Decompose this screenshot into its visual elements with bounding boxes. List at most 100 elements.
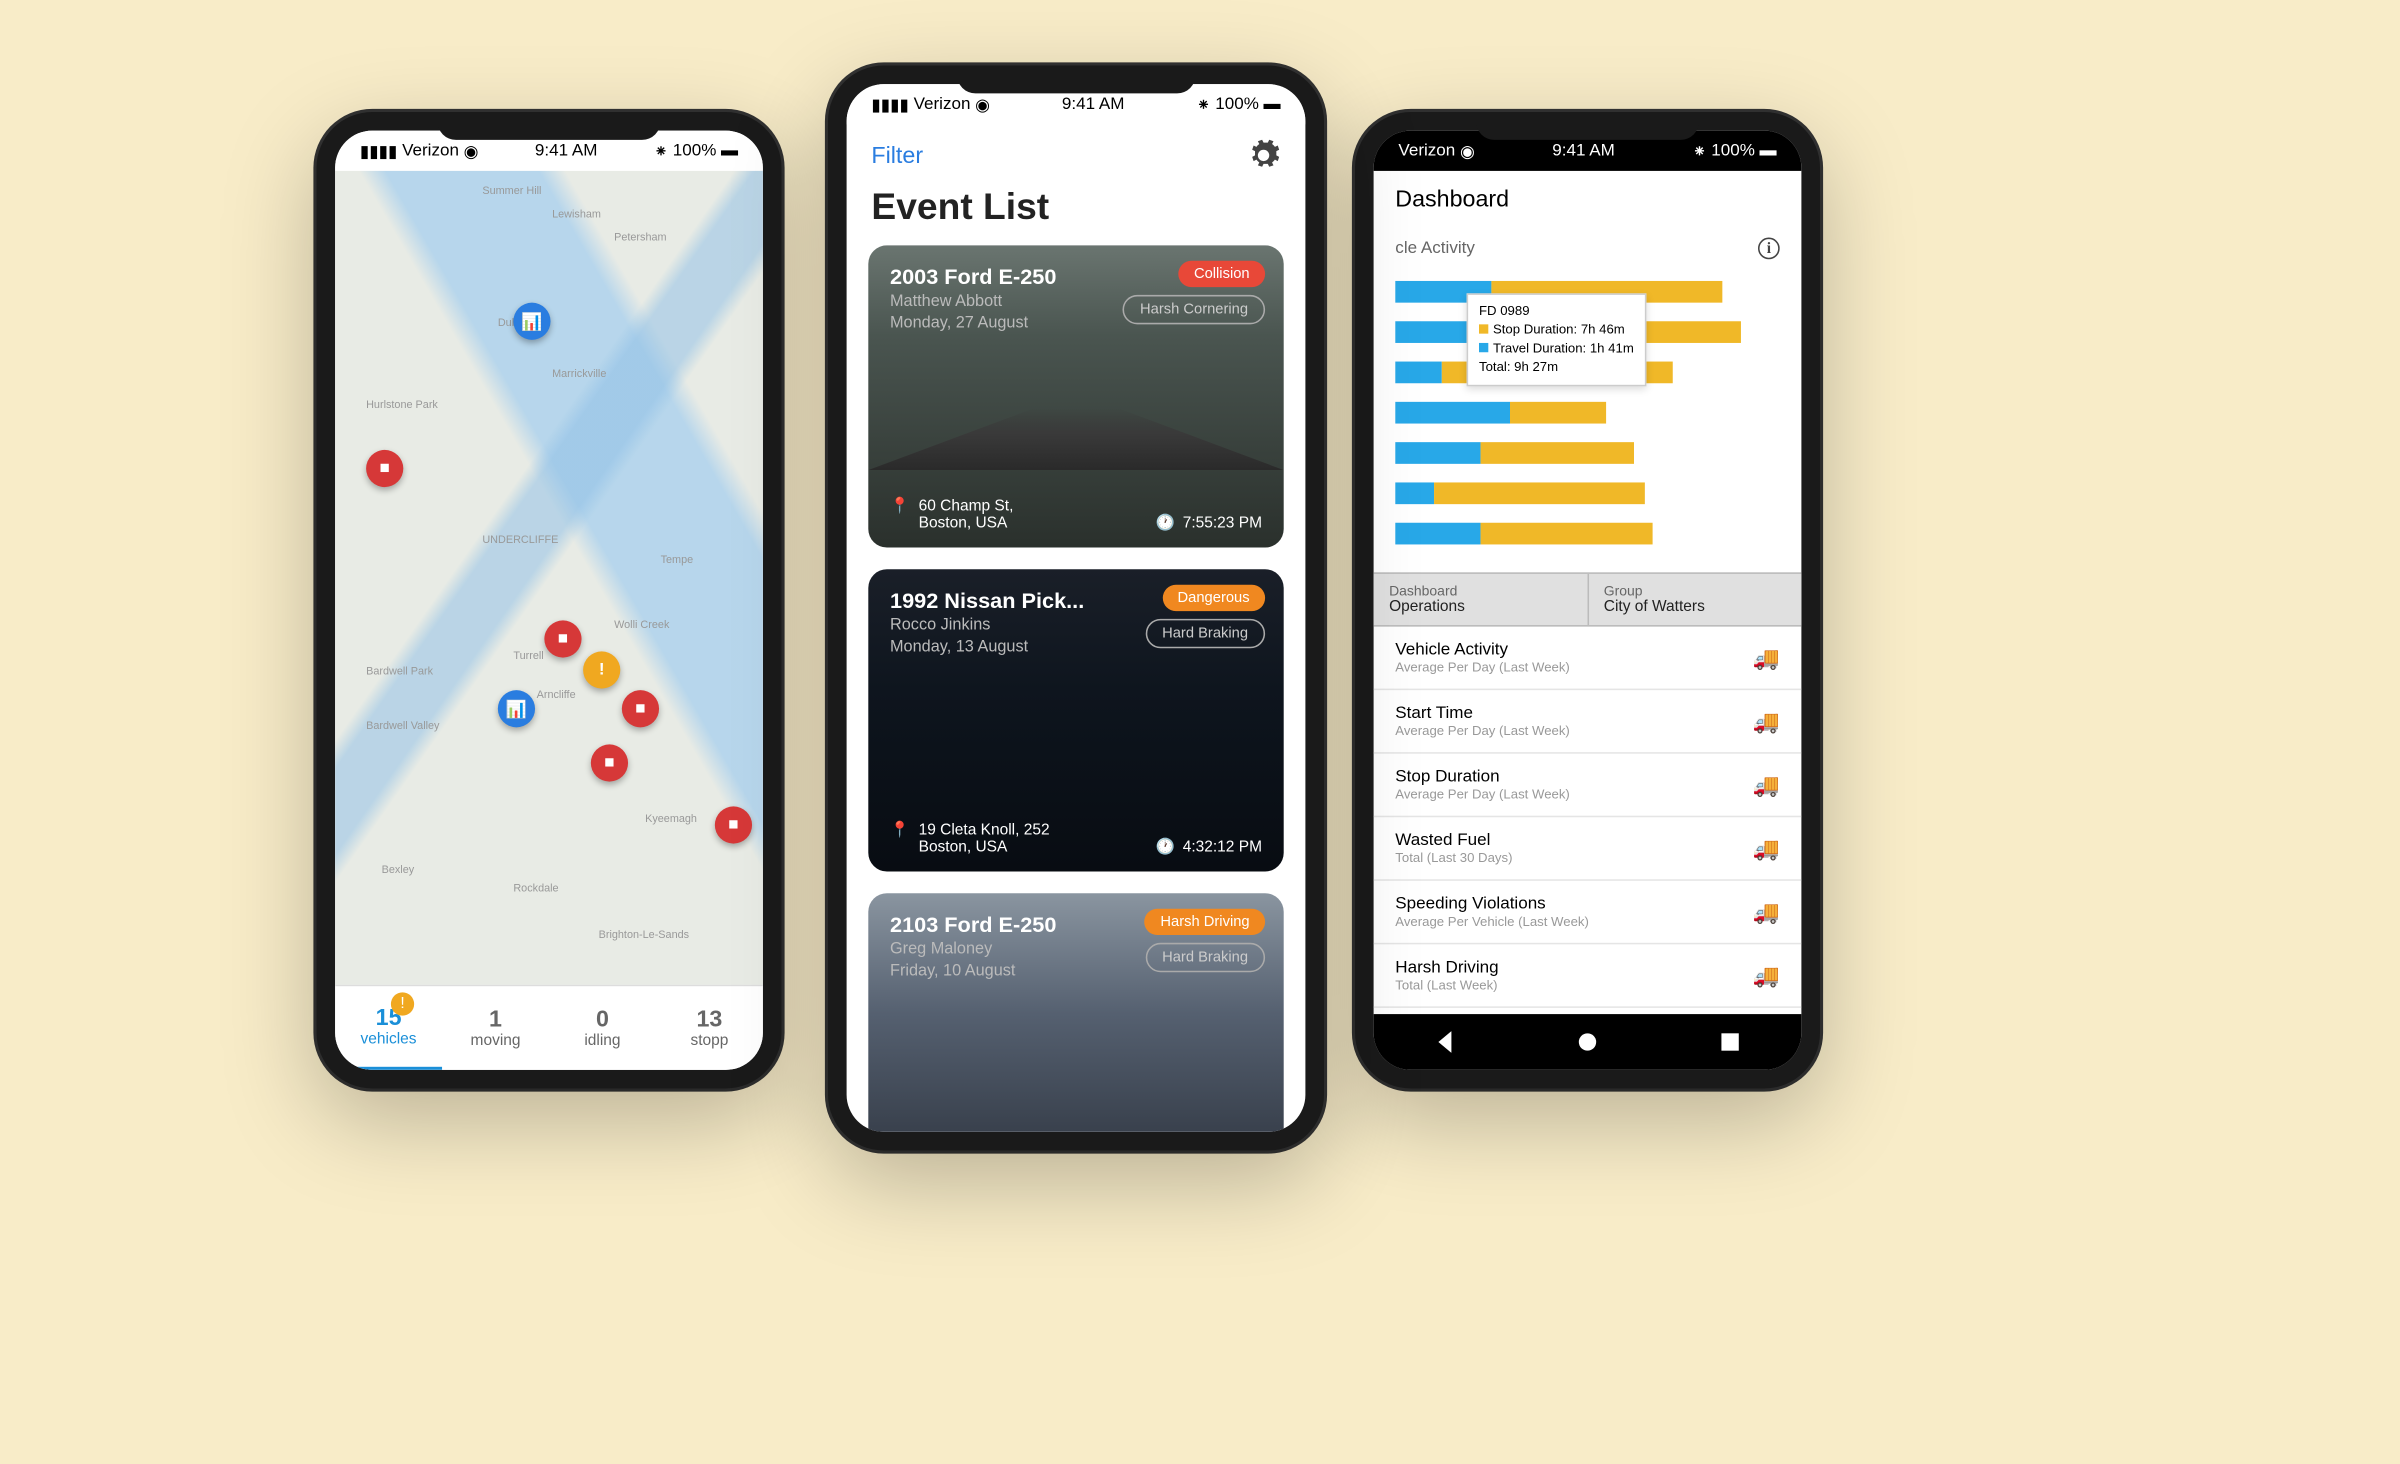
- tab-count: 1: [489, 1006, 502, 1032]
- dashboard-selectors: Dashboard Operations Group City of Watte…: [1374, 572, 1802, 626]
- metric-subtitle: Average Per Day (Last Week): [1395, 659, 1570, 675]
- vehicle-pin-stopped[interactable]: ■: [366, 450, 403, 487]
- map-area-label: Kyeemagh: [645, 814, 697, 825]
- clock-icon: 🕐: [1156, 839, 1175, 856]
- tab-count: 0: [596, 1006, 609, 1032]
- group-selector[interactable]: Group City of Watters: [1587, 574, 1802, 625]
- truck-icon: 🚚: [1753, 644, 1780, 670]
- bluetooth-icon: ⁕: [1196, 94, 1210, 114]
- event-list[interactable]: 2003 Ford E-250 Matthew Abbott Monday, 2…: [847, 245, 1306, 1132]
- chart-bar-row[interactable]: [1395, 517, 1779, 551]
- location-pin-icon: 📍: [890, 822, 909, 839]
- back-button-icon[interactable]: [1434, 1031, 1456, 1053]
- event-city: Boston, USA: [919, 515, 1014, 532]
- map-area-label: Bexley: [382, 865, 415, 876]
- selector-value: City of Watters: [1604, 599, 1786, 616]
- metric-title: Harsh Driving: [1395, 958, 1498, 977]
- home-button-icon[interactable]: [1577, 1031, 1599, 1053]
- event-card[interactable]: 2103 Ford E-250 Greg Maloney Friday, 10 …: [868, 893, 1283, 1132]
- event-type-badge: Harsh Cornering: [1123, 295, 1265, 324]
- vehicle-pin-alert[interactable]: !: [583, 651, 620, 688]
- truck-icon: 🚚: [1753, 835, 1780, 861]
- truck-icon: 🚚: [1753, 962, 1780, 988]
- event-address: 60 Champ St,: [919, 498, 1014, 515]
- wifi-icon: ◉: [1460, 141, 1475, 161]
- tab-idling[interactable]: 0 idling: [549, 986, 656, 1070]
- battery-icon: ▬: [1264, 95, 1281, 114]
- metric-row[interactable]: Harsh DrivingTotal (Last Week)🚚: [1374, 944, 1802, 1008]
- android-nav-bar: [1374, 1014, 1802, 1070]
- bluetooth-icon: ⁕: [1692, 141, 1706, 161]
- metric-subtitle: Total (Last 30 Days): [1395, 850, 1512, 866]
- vehicle-pin-stopped[interactable]: ■: [591, 744, 628, 781]
- event-card[interactable]: 1992 Nissan Pick... Rocco Jinkins Monday…: [868, 569, 1283, 871]
- metric-row[interactable]: Stop DurationAverage Per Day (Last Week)…: [1374, 754, 1802, 818]
- vehicle-pin-moving[interactable]: 📊: [498, 690, 535, 727]
- phone-notch: [957, 66, 1195, 94]
- top-bar: Filter: [847, 124, 1306, 186]
- vehicle-pin-stopped[interactable]: ■: [544, 620, 581, 657]
- carrier-label: Verizon: [914, 95, 971, 114]
- map-area-label: Bardwell Valley: [366, 721, 439, 732]
- vehicle-pin-stopped[interactable]: ■: [715, 806, 752, 843]
- metric-row[interactable]: Start TimeAverage Per Day (Last Week)🚚: [1374, 690, 1802, 754]
- event-time: 7:55:23 PM: [1183, 515, 1262, 532]
- event-type-badge: Hard Braking: [1145, 619, 1265, 648]
- event-type-badge: Hard Braking: [1145, 943, 1265, 972]
- vehicle-pin-stopped[interactable]: ■: [622, 690, 659, 727]
- chart-bar-row[interactable]: [1395, 436, 1779, 470]
- tab-label: moving: [471, 1033, 521, 1050]
- map-area-label: Wolli Creek: [614, 620, 669, 631]
- tab-label: idling: [584, 1033, 620, 1050]
- truck-icon: 🚚: [1753, 708, 1780, 734]
- map-area-label: Bardwell Park: [366, 667, 433, 678]
- chart-bar-row[interactable]: [1395, 476, 1779, 510]
- carrier-label: Verizon: [1398, 141, 1455, 160]
- metric-title: Vehicle Activity: [1395, 641, 1570, 660]
- map-area-label: Arncliffe: [537, 690, 576, 701]
- map-area-label: Hurlstone Park: [366, 400, 438, 411]
- metric-row[interactable]: Wasted FuelTotal (Last 30 Days) 🚚: [1374, 817, 1802, 881]
- metric-title: Stop Duration: [1395, 768, 1570, 787]
- tab-stopped[interactable]: 13 stopp: [656, 986, 763, 1070]
- map-area-label: Marrickville: [552, 369, 606, 380]
- phone-events: ▮▮▮▮ Verizon ◉ 9:41 AM ⁕ 100% ▬ Filter E…: [828, 66, 1324, 1151]
- wifi-icon: ◉: [464, 141, 479, 161]
- dashboard-title: Dashboard: [1374, 171, 1802, 228]
- filter-button[interactable]: Filter: [871, 142, 923, 168]
- event-severity-badge: Dangerous: [1162, 585, 1265, 611]
- metrics-list: Vehicle ActivityAverage Per Day (Last We…: [1374, 627, 1802, 1015]
- phone-notch: [1476, 112, 1699, 140]
- battery-label: 100%: [1711, 141, 1755, 160]
- metric-title: Wasted Fuel: [1395, 831, 1512, 850]
- recents-button-icon[interactable]: [1719, 1031, 1741, 1053]
- event-severity-badge: Collision: [1178, 261, 1265, 287]
- tab-label: vehicles: [361, 1031, 417, 1048]
- tab-moving[interactable]: 1 moving: [442, 986, 549, 1070]
- phone-notch: [437, 112, 660, 140]
- info-icon[interactable]: i: [1758, 238, 1780, 260]
- vehicle-pin-moving[interactable]: 📊: [513, 303, 550, 340]
- battery-label: 100%: [673, 141, 717, 160]
- map-area-label: Petersham: [614, 233, 666, 244]
- battery-icon: ▬: [721, 141, 738, 160]
- page-title: Event List: [847, 186, 1306, 245]
- map-view[interactable]: Summer Hill Lewisham Petersham Dulwich M…: [335, 171, 763, 985]
- event-address: 19 Cleta Knoll, 252: [919, 822, 1050, 839]
- event-card[interactable]: 2003 Ford E-250 Matthew Abbott Monday, 2…: [868, 245, 1283, 547]
- map-area-label: Lewisham: [552, 210, 601, 221]
- tab-vehicles[interactable]: ! 15 vehicles: [335, 986, 442, 1070]
- clock-icon: 🕐: [1156, 515, 1175, 532]
- chart-bar-row[interactable]: [1395, 396, 1779, 430]
- clock-label: 9:41 AM: [1552, 141, 1615, 160]
- location-pin-icon: 📍: [890, 498, 909, 515]
- selector-value: Operations: [1389, 599, 1571, 616]
- map-area-label: Tempe: [661, 555, 694, 566]
- dashboard-selector[interactable]: Dashboard Operations: [1374, 574, 1587, 625]
- wifi-icon: ◉: [975, 94, 990, 114]
- gear-icon[interactable]: [1247, 138, 1281, 172]
- metric-row[interactable]: Speeding ViolationsAverage Per Vehicle (…: [1374, 881, 1802, 945]
- vehicle-activity-chart[interactable]: FD 0989 Stop Duration: 7h 46m Travel Dur…: [1374, 259, 1802, 572]
- metric-row[interactable]: Vehicle ActivityAverage Per Day (Last We…: [1374, 627, 1802, 691]
- metric-title: Start Time: [1395, 704, 1570, 723]
